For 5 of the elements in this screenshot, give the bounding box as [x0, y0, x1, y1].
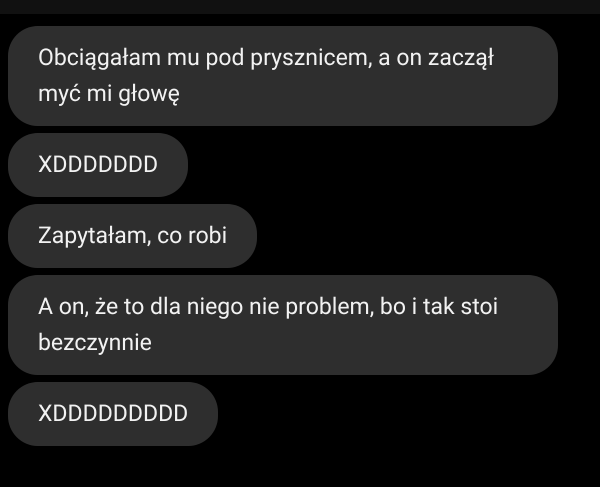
message-bubble: XDDDDDDDDD [8, 382, 218, 446]
message-bubble: Zapytałam, co robi [8, 204, 258, 268]
message-bubble: A on, że to dla niego nie problem, bo i tak stoi bezczynnie [8, 275, 558, 375]
message-bubble: XDDDDDDD [8, 133, 188, 197]
message-bubble: Obciągałam mu pod prysznicem, a on zaczął myć mi głowę [8, 26, 558, 126]
